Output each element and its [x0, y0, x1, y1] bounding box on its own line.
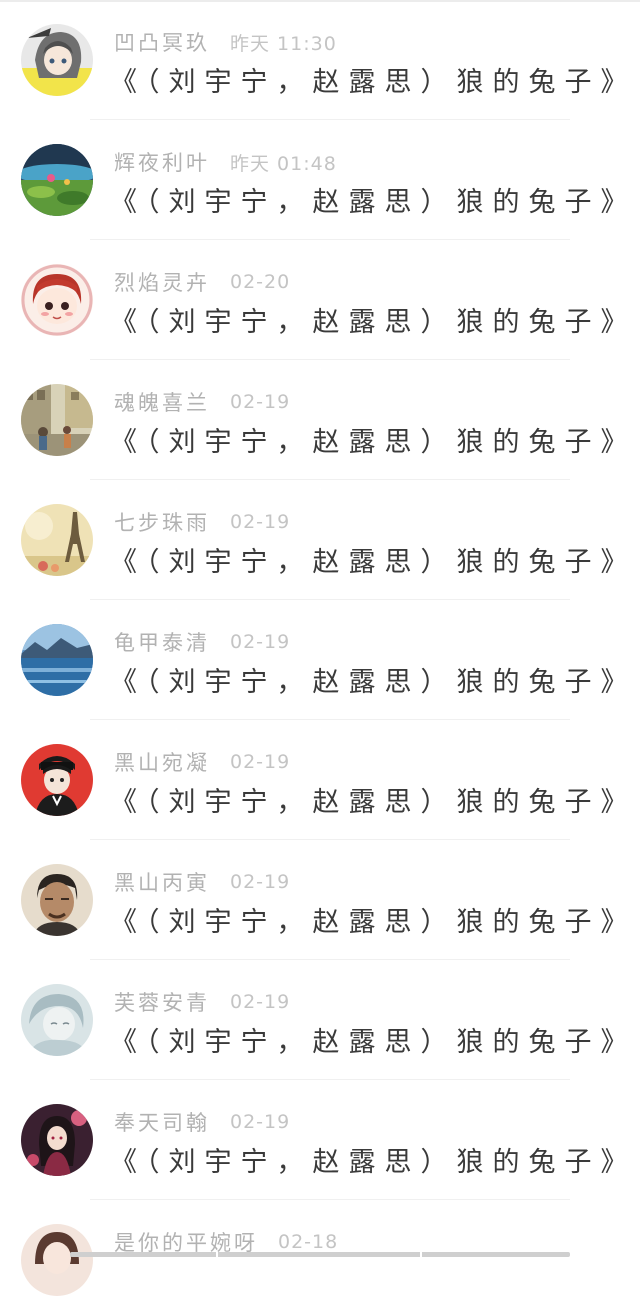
comment-text: 《（刘宇宁，赵露思）狼的兔子》: [110, 547, 637, 578]
comment-text: 《（刘宇宁，赵露思）狼的兔子》: [110, 427, 637, 458]
comment-item[interactable]: 辉夜利叶 昨天 01:48 《（刘宇宁，赵露思）狼的兔子》: [0, 120, 640, 240]
comment-item[interactable]: 烈焰灵卉 02-20 《（刘宇宁，赵露思）狼的兔子》: [0, 240, 640, 360]
commenter-name[interactable]: 龟甲泰清: [114, 627, 210, 657]
scrollbar-separator: [420, 1252, 422, 1257]
comment-time: 02-20: [230, 271, 291, 293]
avatar-cartoon-girl-icon[interactable]: [21, 264, 93, 336]
comment-item[interactable]: 芙蓉安青 02-19 《（刘宇宁，赵露思）狼的兔子》: [0, 960, 640, 1080]
commenter-name[interactable]: 凹凸冥玖: [114, 27, 210, 57]
avatar-anime-girl-icon[interactable]: [21, 24, 93, 96]
comment-text: 《（刘宇宁，赵露思）狼的兔子》: [110, 667, 637, 698]
avatar-red-anime-boy-icon[interactable]: [21, 744, 93, 816]
comment-time: 02-19: [230, 631, 291, 653]
comment-item[interactable]: 是你的平婉呀 02-18: [0, 1200, 640, 1296]
avatar-street-scene-icon[interactable]: [21, 384, 93, 456]
horizontal-scrollbar[interactable]: [70, 1252, 570, 1257]
comment-text: 《（刘宇宁，赵露思）狼的兔子》: [110, 67, 637, 98]
commenter-name[interactable]: 魂魄喜兰: [114, 387, 210, 417]
comment-item[interactable]: 黑山宛凝 02-19 《（刘宇宁，赵露思）狼的兔子》: [0, 720, 640, 840]
avatar-landscape-icon[interactable]: [21, 144, 93, 216]
comment-time: 02-19: [230, 871, 291, 893]
comment-time: 02-19: [230, 991, 291, 1013]
comment-text: 《（刘宇宁，赵露思）狼的兔子》: [110, 1147, 637, 1178]
avatar-girl-photo-icon[interactable]: [21, 1224, 93, 1296]
comment-time: 02-19: [230, 511, 291, 533]
comment-time: 02-18: [278, 1231, 339, 1253]
comment-text: 《（刘宇宁，赵露思）狼的兔子》: [110, 187, 637, 218]
comment-time: 02-19: [230, 391, 291, 413]
commenter-name[interactable]: 黑山宛凝: [114, 747, 210, 777]
comment-time: 02-19: [230, 751, 291, 773]
comment-item[interactable]: 凹凸冥玖 昨天 11:30 《（刘宇宁，赵露思）狼的兔子》: [0, 0, 640, 120]
comment-time: 昨天 11:30: [230, 32, 337, 55]
avatar-sketch-girl-icon[interactable]: [21, 984, 93, 1056]
comment-time: 02-19: [230, 1111, 291, 1133]
comment-item[interactable]: 黑山丙寅 02-19 《（刘宇宁，赵露思）狼的兔子》: [0, 840, 640, 960]
scrollbar-separator: [216, 1252, 218, 1257]
comment-text: 《（刘宇宁，赵露思）狼的兔子》: [110, 307, 637, 338]
commenter-name[interactable]: 七步珠雨: [114, 507, 210, 537]
avatar-dark-girl-icon[interactable]: [21, 1104, 93, 1176]
commenter-name[interactable]: 芙蓉安青: [114, 987, 210, 1017]
commenter-name[interactable]: 黑山丙寅: [114, 867, 210, 897]
avatar-man-portrait-icon[interactable]: [21, 864, 93, 936]
comment-item[interactable]: 奉天司翰 02-19 《（刘宇宁，赵露思）狼的兔子》: [0, 1080, 640, 1200]
comment-item[interactable]: 七步珠雨 02-19 《（刘宇宁，赵露思）狼的兔子》: [0, 480, 640, 600]
comment-text: 《（刘宇宁，赵露思）狼的兔子》: [110, 787, 637, 818]
comment-time: 昨天 01:48: [230, 152, 337, 175]
comment-text: 《（刘宇宁，赵露思）狼的兔子》: [110, 1027, 637, 1058]
avatar-lake-icon[interactable]: [21, 624, 93, 696]
commenter-name[interactable]: 烈焰灵卉: [114, 267, 210, 297]
comment-item[interactable]: 龟甲泰清 02-19 《（刘宇宁，赵露思）狼的兔子》: [0, 600, 640, 720]
comment-text: 《（刘宇宁，赵露思）狼的兔子》: [110, 907, 637, 938]
commenter-name[interactable]: 奉天司翰: [114, 1107, 210, 1137]
comment-item[interactable]: 魂魄喜兰 02-19 《（刘宇宁，赵露思）狼的兔子》: [0, 360, 640, 480]
avatar-eiffel-tower-icon[interactable]: [21, 504, 93, 576]
commenter-name[interactable]: 辉夜利叶: [114, 147, 210, 177]
